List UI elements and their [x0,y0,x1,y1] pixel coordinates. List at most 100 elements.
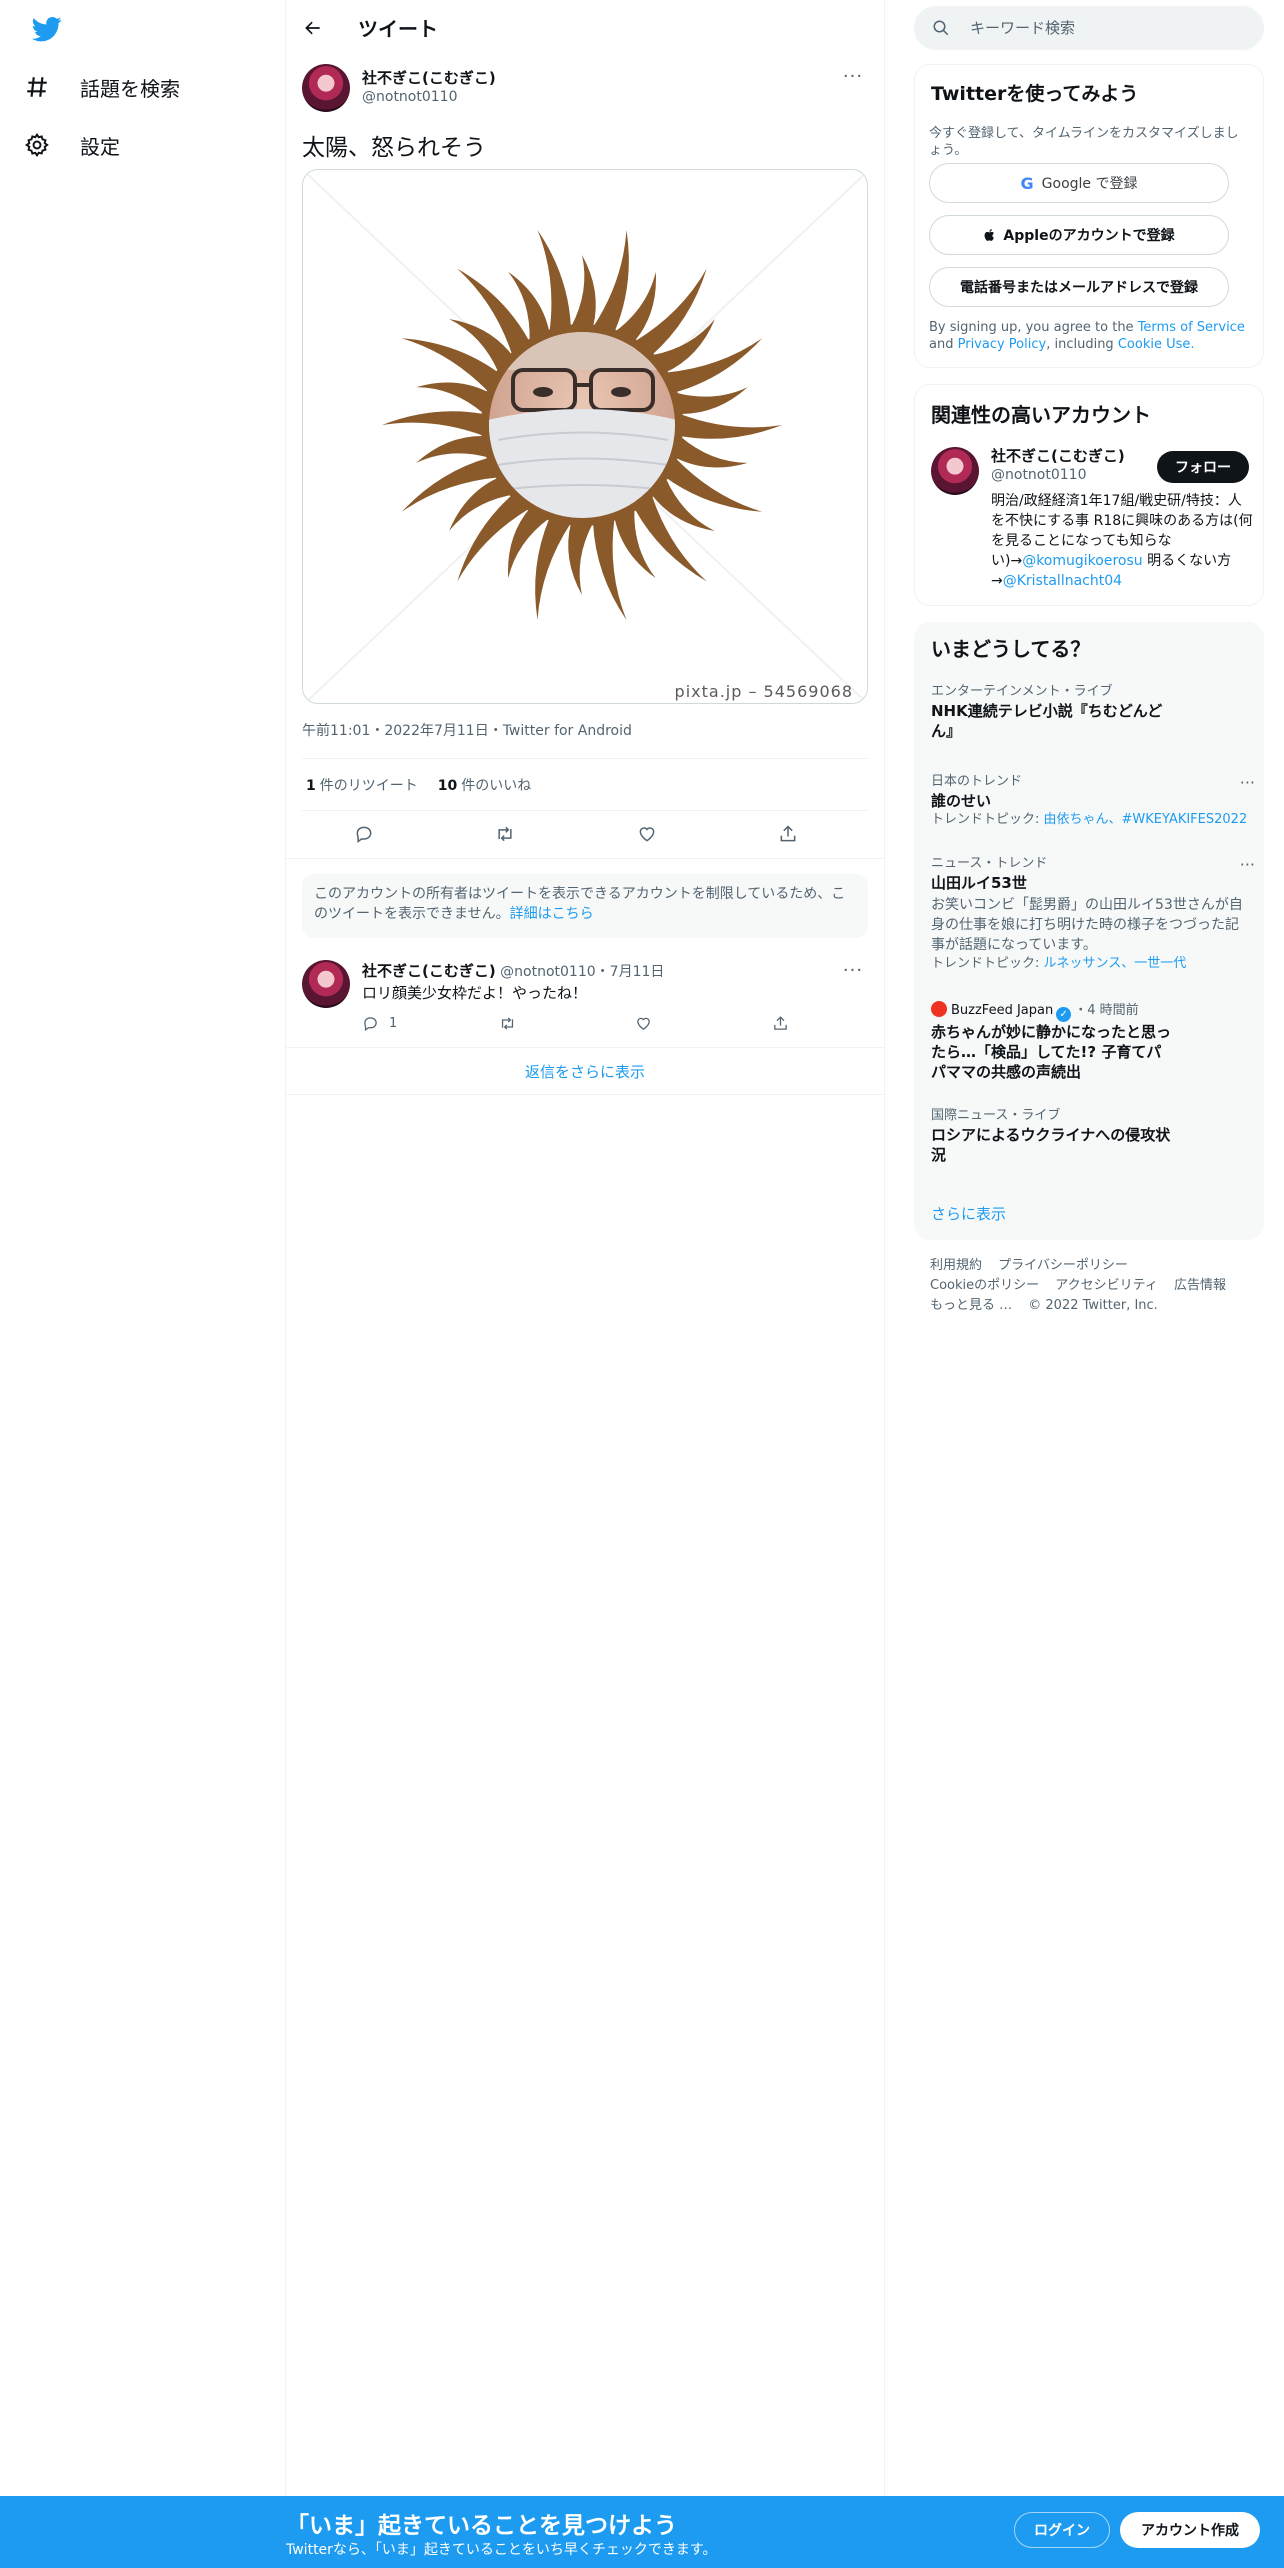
signup-title: Twitterを使ってみよう [931,83,1139,105]
sun-ray [382,411,484,436]
reply-more-options-icon[interactable]: ··· [838,960,868,981]
trends-show-more-link[interactable]: さらに表示 [931,1203,1006,1224]
footer-privacy-link[interactable]: プライバシーポリシー [998,1258,1128,1273]
trend-source: BuzzFeed Japan ✓ ・4 時間前 [931,1001,1251,1022]
nav-settings[interactable]: 設定 [24,120,120,170]
trend-item[interactable]: ··· ニュース・トレンド 山田ルイ53世 お笑いコンビ「髭男爵」の山田ルイ53… [931,855,1255,973]
login-button[interactable]: ログイン [1014,2512,1110,2548]
back-button[interactable] [296,11,330,45]
footer-ads-link[interactable]: 広告情報 [1174,1278,1226,1293]
reply-button[interactable] [347,817,381,851]
phone-email-signup-button[interactable]: 電話番号またはメールアドレスで登録 [929,267,1229,307]
related-handle[interactable]: @notnot0110 [991,467,1086,483]
trend-item[interactable]: BuzzFeed Japan ✓ ・4 時間前 赤ちゃんが妙に静かになったと思ったら… [931,1001,1251,1082]
tweet-meta[interactable]: 午前11:01・2022年7月11日・Twitter for Android [302,720,632,740]
share-icon [774,1015,787,1030]
reply-avatar[interactable] [302,960,350,1008]
footer-cookie-link[interactable]: Cookieのポリシー [930,1278,1039,1293]
buzzfeed-icon [931,1001,947,1017]
trend-topic: トレンドトピック: ルネッサンス、一世一代 [931,955,1251,973]
footer-terms-link[interactable]: 利用規約 [930,1258,982,1273]
bio-link-kristallnacht04[interactable]: @Kristallnacht04 [1003,573,1122,589]
related-accounts-card: 関連性の高いアカウント 社不ぎこ(こむぎこ) @notnot0110 フォロー … [914,384,1264,606]
related-avatar[interactable] [931,447,979,495]
trend-item[interactable]: 国際ニュース・ライブ ロシアによるウクライナへの侵攻状況 [931,1107,1251,1165]
trends-card: いまどうしてる？ エンターテインメント・ライブ NHK連続テレビ小説『ちむどんど… [914,622,1264,1240]
search-input[interactable] [970,16,1240,40]
footer-accessibility-link[interactable]: アクセシビリティ [1055,1278,1158,1293]
footer-more-link[interactable]: もっと見る … [930,1298,1012,1313]
reply-actions: 1 [362,1012,802,1034]
likes-stat[interactable]: 10 件のいいね [438,775,531,795]
apple-signup-label: Appleのアカウントで登録 [1003,228,1175,244]
reply-retweet-button[interactable] [499,1012,516,1034]
trend-time: ・4 時間前 [1074,1003,1139,1018]
sun-ray [593,230,629,332]
footer-copyright: © 2022 Twitter, Inc. [1028,1298,1158,1313]
retweet-icon [501,1016,514,1030]
trend-item[interactable]: ··· 日本のトレンド 誰のせい トレンドトピック: 由依ちゃん、#WKEYAK… [931,773,1255,829]
cookie-use-link[interactable]: Cookie Use. [1118,337,1195,352]
author-handle[interactable]: @notnot0110 [362,89,457,105]
trend-topic-prefix: トレンドトピック: [931,812,1044,827]
author-name[interactable]: 社不ぎこ(こむぎこ) [362,67,496,88]
privacy-policy-link[interactable]: Privacy Policy [958,337,1047,352]
create-account-button[interactable]: アカウント作成 [1120,2512,1260,2548]
sun-ray [675,387,748,414]
twitter-logo-icon[interactable] [31,14,63,44]
apple-icon [984,229,995,241]
trend-more-icon[interactable]: ··· [1240,855,1255,874]
sun-ray [680,414,782,439]
follow-button[interactable]: フォロー [1157,451,1249,483]
reply-like-button[interactable] [635,1012,652,1034]
divider [302,810,868,811]
retweets-stat[interactable]: 1 件のリツイート [306,775,418,795]
trend-category: 国際ニュース・ライブ [931,1108,1061,1123]
reply-date[interactable]: ・7月11日 [596,964,665,980]
terms-of-service-link[interactable]: Terms of Service [1138,320,1245,335]
hashtag-icon [27,77,47,97]
share-button[interactable] [771,817,805,851]
terms-including: , including [1046,337,1114,352]
reply-author-name[interactable]: 社不ぎこ(こむぎこ) [362,962,496,980]
nav-explore[interactable]: 話題を検索 [24,62,180,112]
trend-more-icon[interactable]: ··· [1240,773,1255,792]
related-bio: 明治/政経経済1年17組/戦史研/特技：人を不快にする事 R18に興味のある方は… [991,491,1255,591]
related-name[interactable]: 社不ぎこ(こむぎこ) [991,445,1125,466]
tweet-image[interactable]: pixta.jp – 54569068 [302,169,868,704]
bottom-banner: 「いま」起きていることを見つけよう Twitterなら、「いま」起きていることを… [0,2496,1284,2568]
reply-reply-count: 1 [389,1015,398,1031]
trend-topic-link[interactable]: ルネッサンス、一世一代 [1044,956,1187,971]
author-avatar[interactable] [302,64,350,112]
restriction-notice: このアカウントの所有者はツイートを表示できるアカウントを制限しているため、このツ… [302,874,868,938]
reply-icon [356,826,372,843]
tweet-stats: 1 件のリツイート 10 件のいいね [306,775,531,795]
related-title: 関連性の高いアカウント [931,403,1151,427]
reply-share-button[interactable] [772,1012,789,1034]
show-more-replies-button[interactable]: 返信をさらに表示 [286,1047,884,1095]
arrow-left-icon [305,21,320,35]
retweet-icon [498,826,512,842]
likes-label: 件のいいね [461,778,532,794]
more-options-icon[interactable]: ··· [838,66,868,87]
apple-signup-button[interactable]: Appleのアカウントで登録 [929,215,1229,255]
bio-link-komugikoerosu[interactable]: @komugikoerosu [1022,553,1142,569]
retweet-button[interactable] [488,817,522,851]
trend-topic: トレンドトピック: 由依ちゃん、#WKEYAKIFES2022 [931,811,1251,829]
like-button[interactable] [630,817,664,851]
reply-reply-button[interactable]: 1 [362,1012,397,1034]
trend-topic-link[interactable]: 由依ちゃん、#WKEYAKIFES2022 [1044,812,1248,827]
google-signup-button[interactable]: G Google で登録 [929,163,1229,203]
trend-category: ニュース・トレンド [931,856,1048,871]
retweets-count: 1 [306,778,316,794]
reply-author-handle[interactable]: @notnot0110 [500,964,595,980]
trend-title: 誰のせい [931,792,992,810]
search-box[interactable] [914,6,1264,50]
sun-ray [571,255,596,327]
google-signup-label: Google で登録 [1041,176,1138,192]
terms-and: and [929,337,954,352]
notice-learn-more-link[interactable]: 詳細はこちら [510,906,594,922]
signup-subtitle: 今すぐ登録して、タイムラインをカスタマイズしましょう。 [929,126,1239,158]
reply-tweet[interactable]: 社不ぎこ(こむぎこ) @notnot0110・7月11日 ··· ロリ顔美少女枠… [286,950,884,1046]
trend-item[interactable]: エンターテインメント・ライブ NHK連続テレビ小説『ちむどんどん』 [931,683,1251,741]
